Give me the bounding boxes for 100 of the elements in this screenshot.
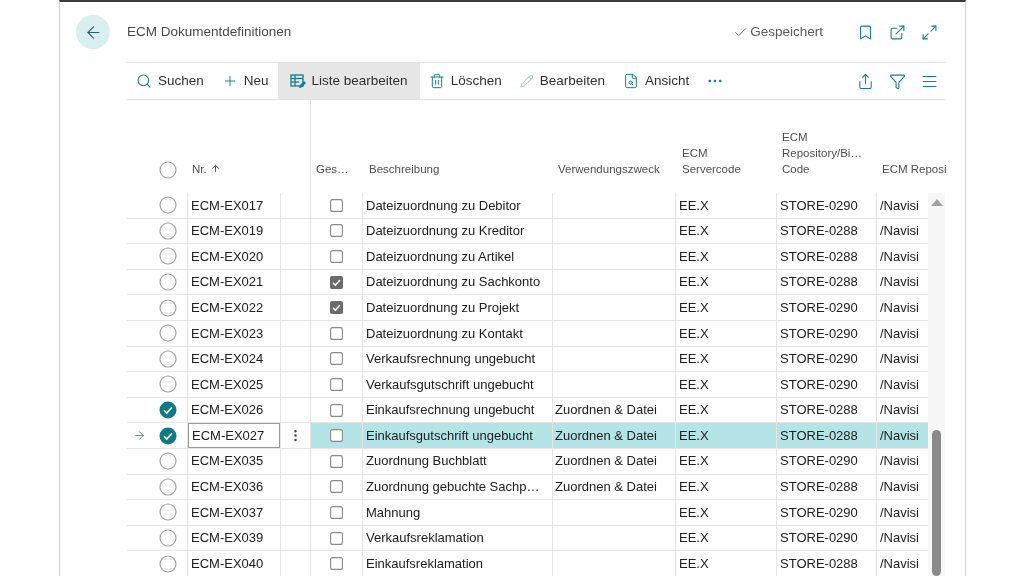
toolbar-button[interactable]: Löschen [419, 63, 511, 99]
back-button[interactable] [76, 15, 110, 49]
row-select-circle[interactable] [159, 375, 177, 394]
table-cell-text: /Navisi [879, 324, 920, 343]
table-row[interactable]: ECM-EX037 Mahnung EE.X STORE-0290 /Navisi [127, 500, 928, 526]
table-row[interactable]: ECM-EX023 Dateizuordnung zu Kontakt EE.X STORE-0290 /Navisi [127, 320, 928, 347]
checkbox[interactable] [330, 250, 343, 263]
table-cell-text: Dateizuordnung zu Artikel [365, 247, 516, 266]
column-header[interactable]: Nr. [192, 161, 207, 177]
expand-icon[interactable] [920, 23, 938, 41]
toolbar-button[interactable]: Suchen [127, 63, 213, 99]
row-select-circle[interactable] [159, 247, 177, 266]
checkbox[interactable] [330, 275, 343, 289]
row-select-circle[interactable] [159, 349, 177, 368]
row-select-circle[interactable] [159, 477, 177, 496]
number-field[interactable]: ECM-EX027 [188, 423, 280, 448]
table-cell-text: Zuordnen & Datei [554, 401, 658, 420]
checkbox[interactable] [330, 429, 343, 443]
table-cell-text: Verkaufsrechnung ungebucht [365, 350, 537, 369]
table-row[interactable]: ECM-EX017 Dateizuordnung zu Debitor EE.X STORE-0290 /Navisi [127, 193, 928, 219]
checkbox[interactable] [330, 557, 343, 571]
table-cell-text: ECM-EX026 [190, 401, 265, 420]
table-row[interactable]: ECM-EX035 Zuordnung Buchblatt Zuordnen & Datei EE.X STORE-0290 /Navisi [127, 448, 928, 475]
filter-icon[interactable] [888, 72, 906, 90]
external-link-icon[interactable] [888, 23, 906, 41]
table-row[interactable]: ECM-EX025 Verkaufsgutschrift ungebucht EE.X STORE-0290 /Navisi [127, 372, 928, 398]
checkbox[interactable] [330, 198, 343, 212]
checkbox[interactable] [330, 224, 343, 238]
column-header[interactable]: Verwendungszweck [558, 161, 660, 177]
table-cell-text: Zuordnung gebuchte Sachp… [365, 478, 541, 497]
scrollbar[interactable] [928, 193, 945, 576]
toolbar-button[interactable]: Ansicht [614, 63, 699, 99]
checkbox[interactable] [330, 403, 343, 417]
toolbar-button[interactable]: Neu [212, 63, 278, 99]
table-row[interactable]: ECM-EX020 Dateizuordnung zu Artikel EE.X STORE-0288 /Navisi [127, 244, 928, 270]
table-cell-text: ECM-EX019 [190, 222, 265, 241]
row-select-circle[interactable] [159, 324, 177, 343]
table-cell-text: STORE-0288 [779, 273, 859, 292]
table-row[interactable]: ECM-EX039 Verkaufsreklamation EE.X STORE-0290 /Navisi [127, 525, 928, 552]
table-row[interactable]: ECM-EX019 Dateizuordnung zu Kreditor EE.X STORE-0288 /Navisi [127, 218, 928, 245]
select-all-circle[interactable] [159, 161, 177, 179]
table-cell-text: EE.X [678, 426, 710, 445]
row-select-circle[interactable] [159, 196, 177, 215]
table-cell-text: EE.X [678, 529, 710, 548]
column-header[interactable]: Ges… [316, 161, 349, 177]
row-select-circle[interactable] [159, 273, 177, 292]
table-cell-text: ECM-EX021 [190, 273, 265, 292]
row-select-circle[interactable] [159, 221, 177, 240]
toolbar-button[interactable]: Liste bearbeiten [277, 63, 420, 99]
table-cell-text: Verkaufsgutschrift ungebucht [365, 375, 535, 394]
table-cell-text: ECM-EX017 [190, 196, 265, 215]
share-icon[interactable] [856, 72, 874, 90]
table-cell-text: STORE-0290 [779, 452, 859, 471]
table-cell-text: EE.X [678, 452, 710, 471]
table-cell-text: /Navisi [879, 426, 920, 445]
table-cell-text: /Navisi [879, 375, 920, 394]
table-row[interactable]: ECM-EX022 Dateizuordnung zu Projekt EE.X STORE-0290 /Navisi [127, 295, 928, 321]
checkbox[interactable] [330, 352, 343, 366]
table-row[interactable]: ECM-EX024 Verkaufsrechnung ungebucht EE.X STORE-0290 /Navisi [127, 346, 928, 373]
table-cell-text: /Navisi [879, 503, 920, 522]
table-cell-text: ECM-EX022 [190, 298, 265, 317]
table-cell-text: STORE-0288 [779, 247, 859, 266]
column-header[interactable]: ECM Servercode [682, 145, 753, 177]
table-cell-text: EE.X [678, 247, 710, 266]
checkbox[interactable] [330, 454, 343, 468]
column-header[interactable]: Beschreibung [369, 161, 440, 177]
table-edit-icon [289, 73, 306, 89]
table-row[interactable]: ECM-EX021 Dateizuordnung zu Sachkonto EE.X STORE-0288 /Navisi [127, 269, 928, 296]
table-cell-text: /Navisi [879, 273, 920, 292]
scroll-up-icon[interactable] [930, 199, 943, 206]
row-select-circle[interactable] [159, 426, 177, 445]
table-cell-text: EE.X [678, 554, 710, 573]
checkbox[interactable] [330, 480, 343, 494]
checkbox[interactable] [330, 301, 343, 315]
row-select-circle[interactable] [159, 529, 177, 547]
row-select-circle[interactable] [159, 503, 177, 522]
row-select-circle[interactable] [159, 298, 177, 317]
table-cell-text: STORE-0290 [779, 375, 859, 394]
table-cell-text: ECM-EX036 [190, 478, 265, 497]
row-select-circle[interactable] [159, 401, 177, 420]
column-header[interactable]: ECM Reposi [882, 161, 947, 177]
table-cell-text: EE.X [678, 401, 710, 420]
row-select-circle[interactable] [159, 452, 177, 471]
table-cell-text: STORE-0290 [779, 324, 859, 343]
toolbar-button[interactable]: Bearbeiten [510, 63, 614, 99]
checkbox[interactable] [330, 505, 343, 519]
checkbox[interactable] [330, 326, 343, 340]
table-cell-text: EE.X [678, 298, 710, 317]
table-row[interactable]: ECM-EX036 Zuordnung gebuchte Sachp… Zuordnen & Datei EE.X STORE-0288 /Navisi [127, 474, 928, 501]
checkbox[interactable] [330, 377, 343, 391]
scrollbar-thumb[interactable] [932, 430, 941, 576]
table-cell-text: STORE-0290 [779, 529, 859, 548]
table-row[interactable]: ECM-EX040 Einkaufsreklamation EE.X STORE-0288 /Navisi [127, 551, 928, 576]
column-header[interactable]: ECM Repository/Bi… Code [782, 129, 873, 177]
table-cell-text: EE.X [678, 196, 710, 215]
table-cell-text: EE.X [678, 478, 710, 497]
row-select-circle[interactable] [159, 554, 177, 573]
checkbox[interactable] [330, 531, 343, 545]
table-cell-text: Zuordnen & Datei [554, 426, 658, 445]
table-cell-text: Verkaufsreklamation [365, 529, 485, 548]
